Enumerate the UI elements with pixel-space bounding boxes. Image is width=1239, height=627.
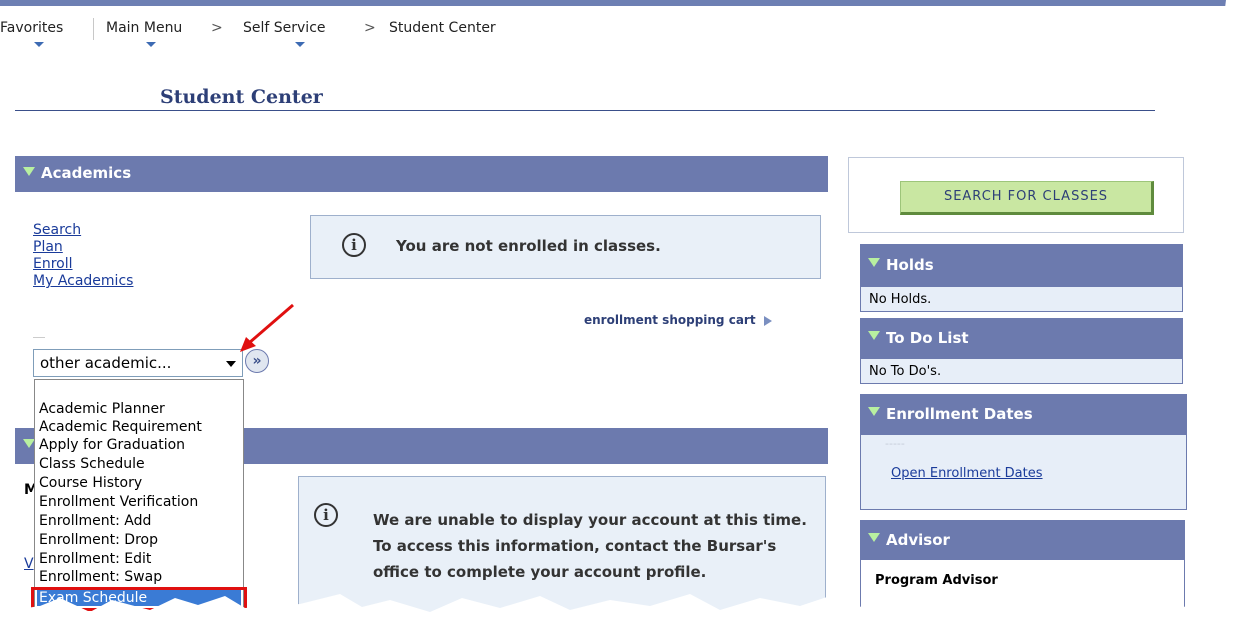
breadcrumb-self-service[interactable]: Self Service bbox=[243, 20, 326, 36]
collapse-triangle-icon[interactable] bbox=[868, 258, 880, 267]
todo-header-label: To Do List bbox=[886, 329, 969, 347]
holds-header-label: Holds bbox=[886, 256, 934, 274]
list-item[interactable]: Academic Requirement bbox=[39, 419, 202, 435]
advisor-body: Program Advisor None A bbox=[860, 560, 1185, 627]
shopping-cart-label: enrollment shopping cart bbox=[584, 313, 756, 327]
list-item[interactable]: Enrollment: Add bbox=[39, 513, 151, 529]
play-arrow-icon bbox=[763, 315, 772, 326]
collapse-triangle-icon[interactable] bbox=[23, 167, 35, 176]
list-item[interactable]: Academic Planner bbox=[39, 401, 165, 417]
collapse-triangle-icon[interactable] bbox=[868, 331, 880, 340]
academics-header-label: Academics bbox=[41, 164, 132, 182]
breadcrumb-separator: > bbox=[364, 20, 376, 36]
nav-divider bbox=[93, 18, 94, 40]
open-enrollment-dates-link[interactable]: Open Enrollment Dates bbox=[891, 466, 1043, 481]
collapse-triangle-icon[interactable] bbox=[868, 533, 880, 542]
chevron-down-icon[interactable] bbox=[226, 361, 236, 367]
title-divider bbox=[15, 110, 1155, 111]
breadcrumb-student-center[interactable]: Student Center bbox=[389, 20, 496, 36]
account-message: i We are unable to display your account … bbox=[298, 476, 826, 627]
link-plan[interactable]: Plan bbox=[33, 239, 63, 255]
breadcrumb-separator: > bbox=[211, 20, 223, 36]
account-message-text: We are unable to display your account at… bbox=[373, 511, 807, 581]
advisor-header[interactable]: Advisor bbox=[860, 520, 1185, 560]
info-icon: i bbox=[342, 233, 366, 257]
favorites-dropdown-icon[interactable] bbox=[34, 42, 44, 47]
list-item[interactable]: Course History bbox=[39, 475, 142, 491]
not-enrolled-message: i You are not enrolled in classes. bbox=[310, 215, 821, 279]
list-item[interactable]: Grades bbox=[39, 609, 89, 625]
enrollment-dates-body: ----- Open Enrollment Dates bbox=[860, 434, 1187, 510]
enrollment-dates-header[interactable]: Enrollment Dates bbox=[860, 394, 1187, 434]
list-item[interactable]: Apply for Graduation bbox=[39, 437, 185, 453]
red-arrow-annotation bbox=[240, 303, 294, 352]
info-icon: i bbox=[314, 503, 338, 527]
list-item[interactable]: Class Schedule bbox=[39, 456, 145, 472]
enrollment-dates-header-label: Enrollment Dates bbox=[886, 405, 1033, 423]
list-item[interactable]: Enrollment Verification bbox=[39, 494, 198, 510]
self-service-dropdown-icon[interactable] bbox=[295, 42, 305, 47]
advisor-header-label: Advisor bbox=[886, 531, 950, 549]
shopping-cart-link[interactable]: enrollment shopping cart bbox=[584, 313, 772, 327]
highlight-box bbox=[31, 587, 247, 611]
todo-header[interactable]: To Do List bbox=[860, 318, 1183, 358]
link-my-academics[interactable]: My Academics bbox=[33, 273, 133, 289]
breadcrumb-bar: Favorites Main Menu > Self Service > Stu… bbox=[0, 0, 1232, 47]
main-menu-dropdown-icon[interactable] bbox=[146, 42, 156, 47]
list-item[interactable]: Enrollment: Swap bbox=[39, 569, 162, 585]
list-item[interactable]: Enrollment: Drop bbox=[39, 532, 158, 548]
other-academic-select-value: other academic... bbox=[40, 354, 172, 372]
program-advisor-label: Program Advisor bbox=[875, 573, 998, 588]
holds-body: No Holds. bbox=[860, 286, 1183, 312]
holds-header[interactable]: Holds bbox=[860, 244, 1183, 286]
academics-header[interactable]: Academics bbox=[15, 156, 828, 192]
divider bbox=[33, 337, 45, 338]
todo-body: No To Do's. bbox=[860, 358, 1183, 384]
other-academic-select[interactable]: other academic... bbox=[33, 349, 243, 377]
search-for-classes-button[interactable]: SEARCH FOR CLASSES bbox=[900, 181, 1154, 215]
collapse-triangle-icon[interactable] bbox=[868, 407, 880, 416]
link-enroll[interactable]: Enroll bbox=[33, 256, 73, 272]
advisor-value: None A bbox=[891, 605, 938, 620]
link-search[interactable]: Search bbox=[33, 222, 81, 238]
dashes: ----- bbox=[885, 437, 905, 450]
list-item[interactable]: Enrollment: Edit bbox=[39, 551, 151, 567]
favorites-menu[interactable]: Favorites bbox=[0, 20, 63, 36]
academics-links: Search Plan Enroll My Academics bbox=[33, 222, 133, 290]
not-enrolled-text: You are not enrolled in classes. bbox=[396, 237, 661, 255]
page-title: Student Center bbox=[160, 86, 323, 108]
partial-link[interactable]: V bbox=[24, 556, 34, 572]
main-menu[interactable]: Main Menu bbox=[106, 20, 182, 36]
